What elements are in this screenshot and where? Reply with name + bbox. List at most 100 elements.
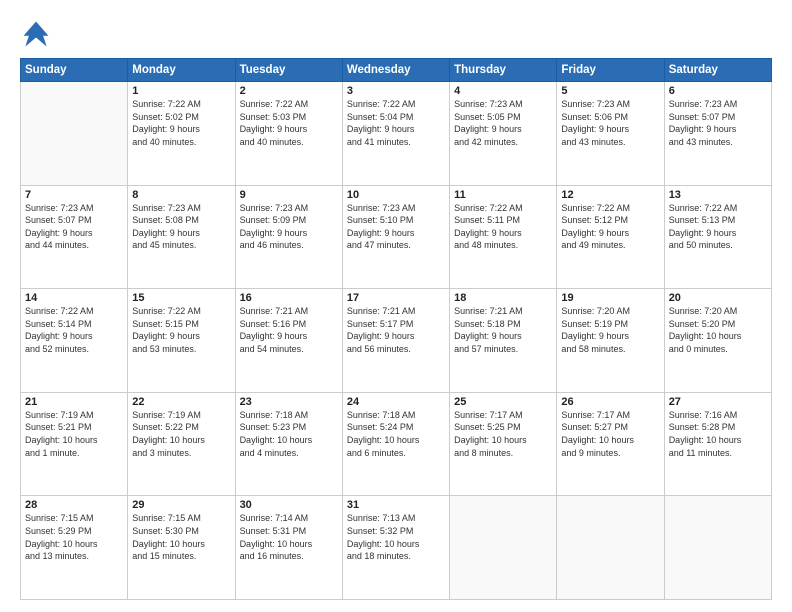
- day-number: 14: [25, 292, 123, 304]
- day-info: Sunrise: 7:14 AM Sunset: 5:31 PM Dayligh…: [240, 512, 338, 562]
- day-number: 15: [132, 292, 230, 304]
- day-number: 22: [132, 396, 230, 408]
- calendar-cell: 16Sunrise: 7:21 AM Sunset: 5:16 PM Dayli…: [235, 289, 342, 393]
- calendar-cell: 12Sunrise: 7:22 AM Sunset: 5:12 PM Dayli…: [557, 185, 664, 289]
- calendar-cell: 25Sunrise: 7:17 AM Sunset: 5:25 PM Dayli…: [450, 392, 557, 496]
- calendar-cell: 27Sunrise: 7:16 AM Sunset: 5:28 PM Dayli…: [664, 392, 771, 496]
- day-info: Sunrise: 7:15 AM Sunset: 5:29 PM Dayligh…: [25, 512, 123, 562]
- day-info: Sunrise: 7:17 AM Sunset: 5:27 PM Dayligh…: [561, 409, 659, 459]
- day-info: Sunrise: 7:23 AM Sunset: 5:07 PM Dayligh…: [25, 202, 123, 252]
- day-info: Sunrise: 7:23 AM Sunset: 5:07 PM Dayligh…: [669, 98, 767, 148]
- week-row-5: 28Sunrise: 7:15 AM Sunset: 5:29 PM Dayli…: [21, 496, 772, 600]
- calendar-cell: 26Sunrise: 7:17 AM Sunset: 5:27 PM Dayli…: [557, 392, 664, 496]
- calendar-cell: 7Sunrise: 7:23 AM Sunset: 5:07 PM Daylig…: [21, 185, 128, 289]
- day-info: Sunrise: 7:22 AM Sunset: 5:02 PM Dayligh…: [132, 98, 230, 148]
- weekday-header-tuesday: Tuesday: [235, 59, 342, 82]
- calendar-cell: 15Sunrise: 7:22 AM Sunset: 5:15 PM Dayli…: [128, 289, 235, 393]
- page: SundayMondayTuesdayWednesdayThursdayFrid…: [0, 0, 792, 612]
- calendar-cell: 9Sunrise: 7:23 AM Sunset: 5:09 PM Daylig…: [235, 185, 342, 289]
- day-number: 17: [347, 292, 445, 304]
- day-info: Sunrise: 7:23 AM Sunset: 5:09 PM Dayligh…: [240, 202, 338, 252]
- day-number: 27: [669, 396, 767, 408]
- day-info: Sunrise: 7:22 AM Sunset: 5:11 PM Dayligh…: [454, 202, 552, 252]
- weekday-header-saturday: Saturday: [664, 59, 771, 82]
- calendar-cell: 24Sunrise: 7:18 AM Sunset: 5:24 PM Dayli…: [342, 392, 449, 496]
- day-info: Sunrise: 7:22 AM Sunset: 5:04 PM Dayligh…: [347, 98, 445, 148]
- day-number: 13: [669, 189, 767, 201]
- day-number: 7: [25, 189, 123, 201]
- day-number: 18: [454, 292, 552, 304]
- calendar-cell: 8Sunrise: 7:23 AM Sunset: 5:08 PM Daylig…: [128, 185, 235, 289]
- day-number: 29: [132, 499, 230, 511]
- day-info: Sunrise: 7:20 AM Sunset: 5:20 PM Dayligh…: [669, 305, 767, 355]
- day-number: 12: [561, 189, 659, 201]
- calendar-cell: 4Sunrise: 7:23 AM Sunset: 5:05 PM Daylig…: [450, 82, 557, 186]
- day-info: Sunrise: 7:21 AM Sunset: 5:16 PM Dayligh…: [240, 305, 338, 355]
- week-row-4: 21Sunrise: 7:19 AM Sunset: 5:21 PM Dayli…: [21, 392, 772, 496]
- week-row-1: 1Sunrise: 7:22 AM Sunset: 5:02 PM Daylig…: [21, 82, 772, 186]
- calendar-cell: 31Sunrise: 7:13 AM Sunset: 5:32 PM Dayli…: [342, 496, 449, 600]
- calendar-table: SundayMondayTuesdayWednesdayThursdayFrid…: [20, 58, 772, 600]
- day-number: 16: [240, 292, 338, 304]
- day-info: Sunrise: 7:22 AM Sunset: 5:15 PM Dayligh…: [132, 305, 230, 355]
- day-info: Sunrise: 7:23 AM Sunset: 5:05 PM Dayligh…: [454, 98, 552, 148]
- calendar-cell: [557, 496, 664, 600]
- day-info: Sunrise: 7:21 AM Sunset: 5:17 PM Dayligh…: [347, 305, 445, 355]
- day-number: 10: [347, 189, 445, 201]
- calendar-cell: 1Sunrise: 7:22 AM Sunset: 5:02 PM Daylig…: [128, 82, 235, 186]
- day-info: Sunrise: 7:15 AM Sunset: 5:30 PM Dayligh…: [132, 512, 230, 562]
- day-info: Sunrise: 7:22 AM Sunset: 5:12 PM Dayligh…: [561, 202, 659, 252]
- calendar-cell: 11Sunrise: 7:22 AM Sunset: 5:11 PM Dayli…: [450, 185, 557, 289]
- calendar-cell: 17Sunrise: 7:21 AM Sunset: 5:17 PM Dayli…: [342, 289, 449, 393]
- calendar-cell: 22Sunrise: 7:19 AM Sunset: 5:22 PM Dayli…: [128, 392, 235, 496]
- day-number: 2: [240, 85, 338, 97]
- weekday-header-wednesday: Wednesday: [342, 59, 449, 82]
- calendar-cell: 23Sunrise: 7:18 AM Sunset: 5:23 PM Dayli…: [235, 392, 342, 496]
- calendar-cell: 14Sunrise: 7:22 AM Sunset: 5:14 PM Dayli…: [21, 289, 128, 393]
- calendar-cell: 13Sunrise: 7:22 AM Sunset: 5:13 PM Dayli…: [664, 185, 771, 289]
- day-number: 24: [347, 396, 445, 408]
- day-info: Sunrise: 7:20 AM Sunset: 5:19 PM Dayligh…: [561, 305, 659, 355]
- weekday-header-row: SundayMondayTuesdayWednesdayThursdayFrid…: [21, 59, 772, 82]
- day-info: Sunrise: 7:22 AM Sunset: 5:14 PM Dayligh…: [25, 305, 123, 355]
- calendar-cell: 21Sunrise: 7:19 AM Sunset: 5:21 PM Dayli…: [21, 392, 128, 496]
- day-info: Sunrise: 7:13 AM Sunset: 5:32 PM Dayligh…: [347, 512, 445, 562]
- calendar-cell: 28Sunrise: 7:15 AM Sunset: 5:29 PM Dayli…: [21, 496, 128, 600]
- day-number: 20: [669, 292, 767, 304]
- calendar-cell: 6Sunrise: 7:23 AM Sunset: 5:07 PM Daylig…: [664, 82, 771, 186]
- day-number: 5: [561, 85, 659, 97]
- day-number: 11: [454, 189, 552, 201]
- weekday-header-friday: Friday: [557, 59, 664, 82]
- week-row-2: 7Sunrise: 7:23 AM Sunset: 5:07 PM Daylig…: [21, 185, 772, 289]
- calendar-cell: 18Sunrise: 7:21 AM Sunset: 5:18 PM Dayli…: [450, 289, 557, 393]
- day-number: 1: [132, 85, 230, 97]
- calendar-cell: 10Sunrise: 7:23 AM Sunset: 5:10 PM Dayli…: [342, 185, 449, 289]
- day-number: 25: [454, 396, 552, 408]
- day-number: 8: [132, 189, 230, 201]
- day-number: 26: [561, 396, 659, 408]
- day-info: Sunrise: 7:18 AM Sunset: 5:24 PM Dayligh…: [347, 409, 445, 459]
- calendar-cell: [21, 82, 128, 186]
- weekday-header-sunday: Sunday: [21, 59, 128, 82]
- day-info: Sunrise: 7:22 AM Sunset: 5:13 PM Dayligh…: [669, 202, 767, 252]
- calendar-cell: 19Sunrise: 7:20 AM Sunset: 5:19 PM Dayli…: [557, 289, 664, 393]
- calendar-cell: 5Sunrise: 7:23 AM Sunset: 5:06 PM Daylig…: [557, 82, 664, 186]
- day-info: Sunrise: 7:19 AM Sunset: 5:22 PM Dayligh…: [132, 409, 230, 459]
- day-info: Sunrise: 7:17 AM Sunset: 5:25 PM Dayligh…: [454, 409, 552, 459]
- calendar-cell: 29Sunrise: 7:15 AM Sunset: 5:30 PM Dayli…: [128, 496, 235, 600]
- header: [20, 18, 772, 50]
- day-number: 28: [25, 499, 123, 511]
- day-number: 30: [240, 499, 338, 511]
- day-number: 21: [25, 396, 123, 408]
- calendar-cell: [664, 496, 771, 600]
- weekday-header-thursday: Thursday: [450, 59, 557, 82]
- calendar-cell: 20Sunrise: 7:20 AM Sunset: 5:20 PM Dayli…: [664, 289, 771, 393]
- weekday-header-monday: Monday: [128, 59, 235, 82]
- logo: [20, 18, 56, 50]
- week-row-3: 14Sunrise: 7:22 AM Sunset: 5:14 PM Dayli…: [21, 289, 772, 393]
- day-info: Sunrise: 7:18 AM Sunset: 5:23 PM Dayligh…: [240, 409, 338, 459]
- day-number: 9: [240, 189, 338, 201]
- logo-icon: [20, 18, 52, 50]
- day-info: Sunrise: 7:19 AM Sunset: 5:21 PM Dayligh…: [25, 409, 123, 459]
- calendar-cell: [450, 496, 557, 600]
